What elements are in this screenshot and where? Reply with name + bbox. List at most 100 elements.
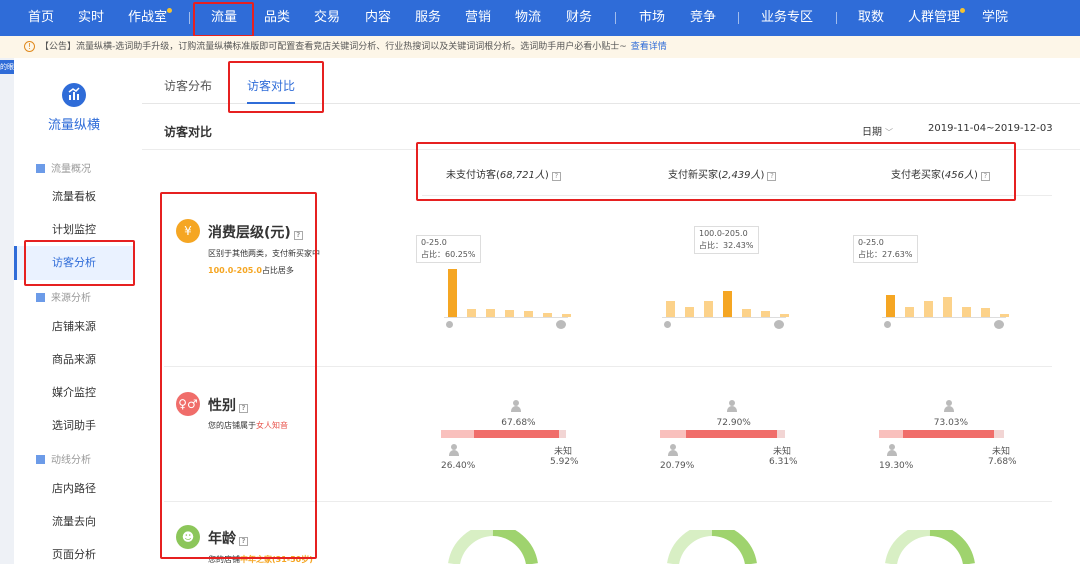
nav-item-logistics[interactable]: 物流 — [515, 0, 541, 36]
bar[interactable] — [723, 291, 732, 317]
nav-item-content[interactable]: 内容 — [365, 0, 391, 36]
left-strip: 的眼 — [0, 58, 14, 564]
nav-item-realtime[interactable]: 实时 — [78, 0, 104, 36]
nav-item-trade[interactable]: 交易 — [314, 0, 340, 36]
sidebar-section-overview: 流量概况 — [36, 160, 91, 175]
age-donut-old-buyer — [885, 530, 975, 564]
male-person-icon — [887, 444, 897, 456]
female-person-icon — [726, 400, 737, 412]
tooltip-consumption-old-buyer: 0-25.0 占比：27.63% — [853, 235, 918, 263]
gender-bar-unknown[interactable] — [994, 430, 1004, 438]
sidebar-item-page-analysis[interactable]: 页面分析 — [14, 538, 134, 572]
sidebar-item-keyword-assistant[interactable]: 选词助手 — [14, 409, 134, 443]
gender-unknown-pct: 5.92% — [550, 457, 579, 467]
nav-item-crowd-mgmt[interactable]: 人群管理 — [908, 0, 960, 36]
gender-bar-female[interactable] — [903, 430, 995, 438]
bar[interactable] — [905, 307, 914, 317]
gender-female-pct: 73.03% — [933, 418, 969, 428]
bar[interactable] — [685, 307, 694, 317]
nav-item-finance[interactable]: 财务 — [566, 0, 592, 36]
side-badge[interactable]: 的眼 — [0, 60, 14, 74]
sidebar-item-media-monitor[interactable]: 媒介监控 — [14, 376, 134, 410]
sidebar-item-shop-source[interactable]: 店铺来源 — [14, 310, 134, 344]
highlight-box — [160, 192, 317, 559]
chart-axis — [882, 317, 1006, 318]
bar[interactable] — [981, 308, 990, 317]
notice-bar: ! 【公告】流量纵横-选词助手升级，订购流量纵横标准版即可配置查看竞店关键词分析… — [0, 36, 1080, 58]
age-donut-unpaid — [448, 530, 538, 564]
new-dot-icon — [960, 8, 965, 13]
gender-bar-unknown[interactable] — [777, 430, 785, 438]
female-person-icon — [943, 400, 954, 412]
nav-item-marketing[interactable]: 营销 — [465, 0, 491, 36]
gender-bar-male[interactable] — [441, 430, 474, 438]
gender-unknown-pct: 6.31% — [769, 457, 798, 467]
gender-bar-female[interactable] — [685, 430, 778, 438]
chart-axis — [444, 317, 568, 318]
nav-item-warroom[interactable]: 作战室 — [128, 0, 167, 36]
nav-separator — [738, 12, 739, 24]
date-selector[interactable]: 日期 ﹀ — [862, 123, 893, 138]
nav-item-data-fetch[interactable]: 取数 — [858, 0, 884, 36]
chevron-down-icon: ﹀ — [885, 128, 893, 137]
tooltip-consumption-unpaid: 0-25.0 占比：60.25% — [416, 235, 481, 263]
gender-female-pct: 67.68% — [501, 418, 536, 428]
nav-separator — [836, 12, 837, 24]
gender-bar-male[interactable] — [660, 430, 686, 438]
bar[interactable] — [962, 307, 971, 317]
gender-male-pct: 20.79% — [660, 461, 695, 471]
coin-icon — [884, 321, 891, 328]
coin-icon — [664, 321, 671, 328]
top-nav: 首页 实时 作战室 流量 品类 交易 内容 服务 营销 物流 财务 市场 竞争 … — [0, 0, 1080, 36]
tab-visitor-distribution[interactable]: 访客分布 — [164, 58, 212, 104]
nav-item-academy[interactable]: 学院 — [982, 0, 1008, 36]
gender-unknown-pct: 7.68% — [988, 457, 1017, 467]
gender-male-pct: 26.40% — [441, 461, 476, 471]
bar[interactable] — [666, 301, 675, 317]
highlight-box — [24, 240, 135, 286]
nav-item-market[interactable]: 市场 — [639, 0, 665, 36]
new-dot-icon — [167, 8, 172, 13]
highlight-box — [228, 61, 324, 113]
female-person-icon — [511, 400, 522, 412]
nav-item-category[interactable]: 品类 — [264, 0, 290, 36]
gender-bar-male[interactable] — [879, 430, 904, 438]
sidebar: 流量纵横 流量概况 流量看板 计划监控 访客分析 来源分析 店铺来源 商品来源 … — [14, 68, 134, 564]
bar[interactable] — [704, 301, 713, 317]
sidebar-title: 流量纵横 — [47, 118, 100, 133]
nav-item-home[interactable]: 首页 — [28, 0, 54, 36]
sidebar-item-shop-path[interactable]: 店内路径 — [14, 472, 134, 506]
warning-icon: ! — [24, 41, 35, 52]
gender-bar-unknown[interactable] — [558, 430, 566, 438]
building-icon — [36, 455, 45, 464]
bar[interactable] — [467, 309, 476, 317]
gender-unknown-label: 未知 — [992, 447, 1011, 457]
coin-stack-icon — [556, 320, 566, 329]
sidebar-section-path: 动线分析 — [36, 451, 91, 466]
nav-separator — [615, 12, 616, 24]
sidebar-item-traffic-board[interactable]: 流量看板 — [14, 180, 134, 214]
nav-item-competition[interactable]: 竞争 — [690, 0, 716, 36]
bar[interactable] — [886, 294, 895, 317]
date-range: 2019-11-04~2019-12-03 — [928, 123, 1053, 134]
bar[interactable] — [924, 301, 933, 317]
bar[interactable] — [742, 309, 751, 317]
gender-unknown-label: 未知 — [773, 447, 792, 457]
age-donut-new-buyer — [667, 530, 757, 564]
gender-male-pct: 19.30% — [879, 461, 914, 471]
bar[interactable] — [448, 269, 457, 317]
nav-separator — [189, 12, 190, 24]
nav-item-service[interactable]: 服务 — [415, 0, 441, 36]
chart-axis — [662, 317, 786, 318]
bar[interactable] — [943, 297, 952, 317]
sidebar-section-source: 来源分析 — [36, 289, 91, 304]
sidebar-item-product-source[interactable]: 商品来源 — [14, 343, 134, 377]
bar[interactable] — [486, 309, 495, 317]
nav-item-business-zone[interactable]: 业务专区 — [761, 0, 813, 36]
sidebar-item-traffic-destination[interactable]: 流量去向 — [14, 505, 134, 539]
male-person-icon — [668, 444, 678, 456]
bar[interactable] — [505, 309, 514, 317]
gender-bar-female[interactable] — [474, 430, 559, 438]
notice-detail-link[interactable]: 查看详情 — [631, 42, 667, 52]
notice-text: 【公告】流量纵横-选词助手升级，订购流量纵横标准版即可配置查看竞店关键词分析、行… — [40, 42, 627, 52]
